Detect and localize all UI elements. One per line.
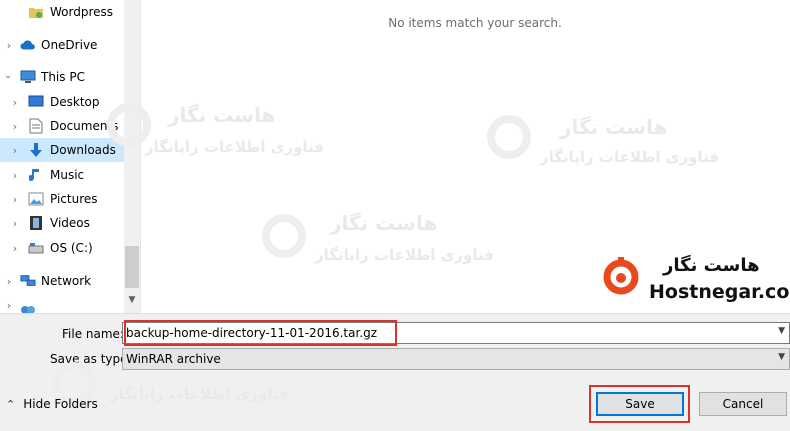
chevron-down-icon[interactable]: ▼ xyxy=(778,352,785,362)
watermark-text: هاست نگار xyxy=(560,115,668,139)
chevron-right-icon[interactable]: › xyxy=(10,120,20,133)
save-as-type-select[interactable]: WinRAR archive ▼ xyxy=(122,348,790,370)
save-button[interactable]: Save xyxy=(596,392,684,416)
chevron-right-icon[interactable]: › xyxy=(4,300,14,312)
nav-label: OneDrive xyxy=(41,38,98,52)
nav-label: This PC xyxy=(41,70,85,84)
chevron-down-icon[interactable]: › xyxy=(3,72,16,82)
empty-message: No items match your search. xyxy=(388,16,562,30)
chevron-down-icon[interactable]: ▼ xyxy=(778,326,785,336)
downloads-arrow-icon xyxy=(28,142,44,158)
nav-item-desktop[interactable]: › Desktop xyxy=(0,90,124,114)
chevron-right-icon[interactable]: › xyxy=(4,275,14,288)
chevron-right-icon[interactable]: › xyxy=(10,217,20,230)
navigation-pane: Wordpress › OneDrive › This PC › Desktop… xyxy=(0,0,124,313)
watermark-text: هاست نگار xyxy=(330,211,438,235)
chevron-right-icon[interactable]: › xyxy=(10,96,20,109)
nav-item-this-pc[interactable]: › This PC xyxy=(0,65,124,89)
nav-scrollbar[interactable]: ▼ xyxy=(124,0,140,313)
chevron-right-icon[interactable]: › xyxy=(10,242,20,255)
chevron-right-icon[interactable]: › xyxy=(4,39,14,52)
watermark-subtext: فناوری اطلاعات رایانگار xyxy=(540,148,720,166)
desktop-icon xyxy=(28,94,44,110)
watermark-logo-icon xyxy=(487,115,531,159)
nav-item-wordpress[interactable]: Wordpress xyxy=(0,0,124,24)
nav-item-downloads[interactable]: › Downloads xyxy=(0,138,124,162)
cancel-button[interactable]: Cancel xyxy=(699,392,787,416)
nav-label: Music xyxy=(50,168,85,182)
chevron-up-icon: ⌃ xyxy=(6,397,16,411)
nav-item-network[interactable]: › Network xyxy=(0,269,124,293)
computer-icon xyxy=(20,69,36,85)
watermark-subtext: فناوری اطلاعات رایانگار xyxy=(145,138,325,156)
scroll-down-arrow-icon[interactable]: ▼ xyxy=(124,290,140,310)
nav-label: Wordpress xyxy=(50,5,114,19)
chevron-right-icon[interactable]: › xyxy=(10,169,20,182)
nav-item-os-drive[interactable]: › OS (C:) xyxy=(0,236,124,260)
nav-label: Videos xyxy=(50,216,90,230)
pictures-icon xyxy=(28,191,44,207)
save-as-type-value: WinRAR archive xyxy=(126,352,221,366)
nav-item-pictures[interactable]: › Pictures xyxy=(0,187,124,211)
homegroup-icon xyxy=(20,302,36,313)
music-note-icon xyxy=(28,167,44,183)
nav-label: Downloads xyxy=(50,143,116,157)
watermark-subtext: فناوری اطلاعات رایانگار xyxy=(110,385,290,403)
hide-folders-label: Hide Folders xyxy=(23,397,98,411)
brand-name-english: Hostnegar.com xyxy=(649,281,790,303)
filename-highlight xyxy=(124,320,397,346)
drive-icon xyxy=(28,240,44,256)
chevron-right-icon[interactable]: › xyxy=(10,193,20,206)
watermark-subtext: فناوری اطلاعات رایانگار xyxy=(315,246,495,264)
pane-splitter[interactable] xyxy=(140,0,141,313)
folder-wordpress-icon xyxy=(28,4,44,20)
nav-label: OS (C:) xyxy=(50,241,93,255)
watermark-logo-icon xyxy=(262,214,306,258)
hostnegar-logo-icon xyxy=(603,257,639,295)
nav-item-onedrive[interactable]: › OneDrive xyxy=(0,33,124,57)
scrollbar-thumb[interactable] xyxy=(125,246,139,288)
hide-folders-toggle[interactable]: ⌃ Hide Folders xyxy=(6,397,98,411)
nav-item-documents[interactable]: › Documents xyxy=(0,114,124,138)
brand-name-persian: هاست نگار xyxy=(663,255,760,276)
nav-label: Network xyxy=(41,274,92,288)
nav-item-videos[interactable]: › Videos xyxy=(0,211,124,235)
watermark-text: هاست نگار xyxy=(168,103,276,127)
nav-item-music[interactable]: › Music xyxy=(0,163,124,187)
filename-label: File name: xyxy=(62,327,124,341)
onedrive-cloud-icon xyxy=(20,37,36,53)
videos-film-icon xyxy=(28,215,44,231)
nav-label: Pictures xyxy=(50,192,98,206)
nav-label: Desktop xyxy=(50,95,100,109)
nav-item-partial[interactable]: › xyxy=(0,300,124,313)
network-icon xyxy=(20,273,36,289)
documents-icon xyxy=(28,118,44,134)
chevron-right-icon[interactable]: › xyxy=(10,144,20,157)
